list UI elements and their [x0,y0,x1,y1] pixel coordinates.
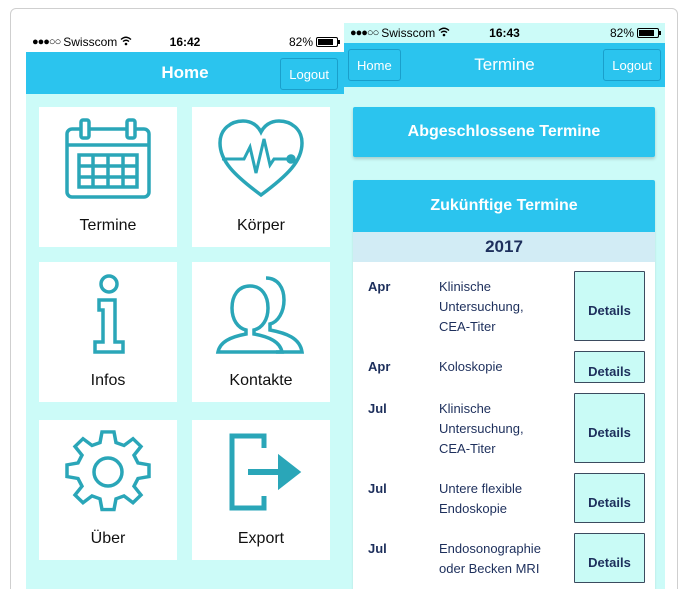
appointment-month: Apr [368,279,391,294]
details-button[interactable]: Details [574,533,645,583]
battery-icon [637,28,661,38]
appointment-month: Apr [368,359,391,374]
tile-label: Körper [236,217,286,234]
tile-label: Infos [90,372,126,389]
past-appointments-button[interactable]: Abgeschlossene Termine [353,107,655,157]
gear-icon [65,430,151,512]
future-appointments-header[interactable]: Zukünftige Termine [353,180,655,232]
tile-kontakte[interactable]: Kontakte [192,262,330,402]
tile-infos[interactable]: Infos [39,262,177,402]
info-icon [93,274,125,354]
tile-koerper[interactable]: Körper [192,107,330,247]
details-button[interactable]: Details [574,351,645,383]
page-title: Home [161,63,209,82]
description-line: Koloskopie [439,359,503,374]
description-line: Klinische [439,401,492,416]
tile-label: Über [90,530,126,547]
appointment-description: Koloskopie [439,357,569,377]
carrier: ●●●○○ Swisscom [32,35,132,49]
export-icon [229,433,302,511]
status-bar: ●●●○○ Swisscom 16:43 82% [344,23,665,43]
description-line: Endoskopie [439,501,507,516]
status-bar: ●●●○○ Swisscom 16:42 82% [26,32,344,52]
appointment-month: Jul [368,401,387,416]
appointment-description: Untere flexible Endoskopie [439,479,569,519]
page-title: Termine [474,55,535,74]
details-button[interactable]: Details [574,271,645,341]
battery: 82% [609,26,661,40]
signal-icon: ●●●○○ [350,27,379,39]
appointment-description: Klinische Untersuchung, CEA-Titer [439,399,569,459]
description-line: Endosonographie [439,541,541,556]
appointment-description: Klinische Untersuchung, CEA-Titer [439,277,569,337]
battery-percent: 82% [609,26,634,40]
appointment-description: Endosonographie oder Becken MRI [439,539,569,579]
wifi-icon [438,26,450,40]
tile-ueber[interactable]: Über [39,420,177,560]
tile-termine[interactable]: Termine [39,107,177,247]
calendar-icon [65,118,151,199]
tile-label: Export [237,530,285,547]
nav-bar: Home Termine Logout [344,43,665,87]
wifi-icon [120,35,132,49]
description-line: oder Becken MRI [439,561,540,576]
tile-export[interactable]: Export [192,420,330,560]
carrier-name: Swisscom [381,26,436,40]
home-screen: ●●●○○ Swisscom 16:42 82% Home Logout Ter… [26,32,344,589]
description-line: CEA-Titer [439,441,496,456]
battery-icon [316,37,340,47]
description-line: CEA-Titer [439,319,496,334]
tile-label: Termine [79,217,137,234]
description-line: Klinische [439,279,492,294]
details-button[interactable]: Details [574,473,645,523]
tile-label: Kontakte [229,372,293,389]
carrier: ●●●○○ Swisscom [350,26,450,40]
description-line: Untersuchung, [439,299,524,314]
nav-bar: Home Logout [26,52,344,94]
signal-icon: ●●●○○ [32,36,61,48]
heart-pulse-icon [218,119,304,198]
contacts-icon [215,276,305,354]
details-button[interactable]: Details [574,393,645,463]
appointment-month: Jul [368,481,387,496]
carrier-name: Swisscom [63,35,118,49]
termine-screen: ●●●○○ Swisscom 16:43 82% Home Termine Lo… [344,23,665,589]
home-button[interactable]: Home [348,49,401,81]
year-header: 2017 [353,232,655,262]
logout-button[interactable]: Logout [280,58,338,90]
description-line: Untere flexible [439,481,523,496]
description-line: Untersuchung, [439,421,524,436]
logout-button[interactable]: Logout [603,49,661,81]
battery: 82% [288,35,340,49]
battery-percent: 82% [288,35,313,49]
future-appointments-card: Zukünftige Termine 2017 Apr Klinische Un… [353,180,655,589]
appointment-month: Jul [368,541,387,556]
